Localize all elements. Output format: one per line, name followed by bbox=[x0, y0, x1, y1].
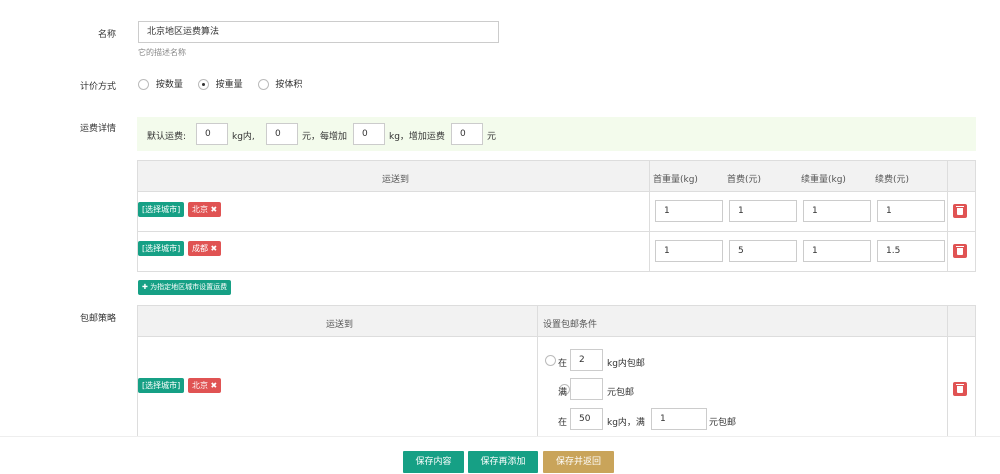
radio-cond-weight-free[interactable] bbox=[545, 355, 556, 366]
city-tag-label: 北京 bbox=[192, 205, 208, 214]
cond3-prefix: 在 bbox=[558, 418, 568, 428]
default-freight-prefix: 默认运费: bbox=[147, 132, 187, 142]
select-city-button[interactable]: [选择城市] bbox=[138, 241, 185, 256]
cont-weight-input[interactable]: 1 bbox=[803, 200, 871, 222]
th-destination: 运送到 bbox=[382, 175, 410, 185]
add-region-freight-button[interactable]: ✚ 为指定地区城市设置运费 bbox=[138, 280, 232, 295]
add-weight-input[interactable]: 0 bbox=[353, 123, 385, 145]
radio-by-quantity[interactable] bbox=[138, 79, 149, 90]
radio-by-volume-label: 按体积 bbox=[275, 80, 303, 90]
col-divider bbox=[537, 306, 538, 436]
default-freight-panel bbox=[137, 117, 976, 151]
save-and-add-button[interactable]: 保存再添加 bbox=[468, 451, 538, 473]
unit-yuan: 元 bbox=[487, 132, 497, 142]
trash-icon[interactable] bbox=[953, 382, 967, 396]
free-shipping-label: 包邮策略 bbox=[79, 314, 116, 324]
cond3-amount-input[interactable]: 1 bbox=[651, 408, 707, 430]
th-cont-fee: 续费(元) bbox=[875, 175, 910, 185]
cond1-weight-input[interactable]: 2 bbox=[570, 349, 603, 371]
cond3-mid: kg内，满 bbox=[607, 418, 645, 428]
radio-by-weight-label: 按重量 bbox=[215, 80, 243, 90]
th-cont-weight: 续重量(kg) bbox=[801, 175, 846, 185]
name-label: 名称 bbox=[97, 30, 116, 40]
cond3-suffix: 元包邮 bbox=[709, 418, 737, 428]
select-city-button[interactable]: [选择城市] bbox=[138, 202, 185, 217]
row-divider bbox=[138, 336, 975, 337]
save-button[interactable]: 保存内容 bbox=[403, 451, 464, 473]
pricing-mode-label: 计价方式 bbox=[79, 82, 116, 92]
trash-icon[interactable] bbox=[953, 244, 967, 258]
freight-label: 运费详情 bbox=[79, 124, 116, 134]
col-divider bbox=[947, 306, 948, 436]
radio-by-quantity-label: 按数量 bbox=[155, 80, 183, 90]
name-hint: 它的描述名称 bbox=[138, 48, 186, 57]
first-fee-input[interactable]: 5 bbox=[729, 240, 797, 262]
first-fee-input[interactable]: 1 bbox=[729, 200, 797, 222]
cont-weight-input[interactable]: 1 bbox=[803, 240, 871, 262]
cond3-weight-input[interactable]: 50 bbox=[570, 408, 603, 430]
close-icon[interactable]: ✖ bbox=[211, 244, 218, 253]
select-city-button[interactable]: [选择城市] bbox=[138, 378, 185, 393]
freight-table-header bbox=[138, 161, 975, 191]
th-first-weight: 首重量(kg) bbox=[653, 175, 698, 185]
pricing-mode-group: 按数量 按重量 按体积 bbox=[138, 77, 302, 90]
city-tag-beijing[interactable]: 北京 ✖ bbox=[188, 378, 222, 393]
city-tag-chengdu[interactable]: 成都 ✖ bbox=[188, 241, 222, 256]
save-and-return-button[interactable]: 保存并返回 bbox=[543, 451, 614, 473]
th-fs-condition: 设置包邮条件 bbox=[543, 320, 598, 330]
col-divider bbox=[947, 161, 948, 271]
cond1-prefix: 在 bbox=[558, 359, 568, 369]
first-weight-input[interactable]: 1 bbox=[655, 200, 723, 222]
cond2-prefix: 满 bbox=[558, 388, 568, 398]
default-weight-input[interactable]: 0 bbox=[196, 123, 228, 145]
close-icon[interactable]: ✖ bbox=[211, 205, 218, 214]
radio-by-weight[interactable] bbox=[197, 79, 209, 90]
unit-kg-within: kg内, bbox=[232, 132, 255, 142]
th-first-fee: 首费(元) bbox=[727, 175, 762, 185]
city-tag-beijing[interactable]: 北京 ✖ bbox=[188, 202, 222, 217]
th-fs-destination: 运送到 bbox=[326, 320, 354, 330]
unit-kg-add: kg，增加运费 bbox=[389, 132, 445, 142]
cond2-suffix: 元包邮 bbox=[607, 388, 635, 398]
cont-fee-input[interactable]: 1.5 bbox=[877, 240, 945, 262]
radio-by-volume[interactable] bbox=[257, 79, 269, 90]
city-tag-label: 成都 bbox=[192, 244, 208, 253]
add-fee-input[interactable]: 0 bbox=[451, 123, 483, 145]
cond1-suffix: kg内包邮 bbox=[607, 359, 645, 369]
row-divider bbox=[138, 191, 975, 192]
cont-fee-input[interactable]: 1 bbox=[877, 200, 945, 222]
city-tag-label: 北京 bbox=[192, 381, 208, 390]
cond2-amount-input[interactable] bbox=[570, 378, 603, 400]
first-weight-input[interactable]: 1 bbox=[655, 240, 723, 262]
unit-yuan-each: 元，每增加 bbox=[302, 132, 348, 142]
col-divider bbox=[649, 161, 650, 271]
trash-icon[interactable] bbox=[953, 204, 967, 218]
name-input[interactable]: 北京地区运费算法 bbox=[138, 21, 499, 43]
row-divider bbox=[138, 231, 975, 232]
close-icon[interactable]: ✖ bbox=[211, 381, 218, 390]
default-fee-input[interactable]: 0 bbox=[266, 123, 298, 145]
